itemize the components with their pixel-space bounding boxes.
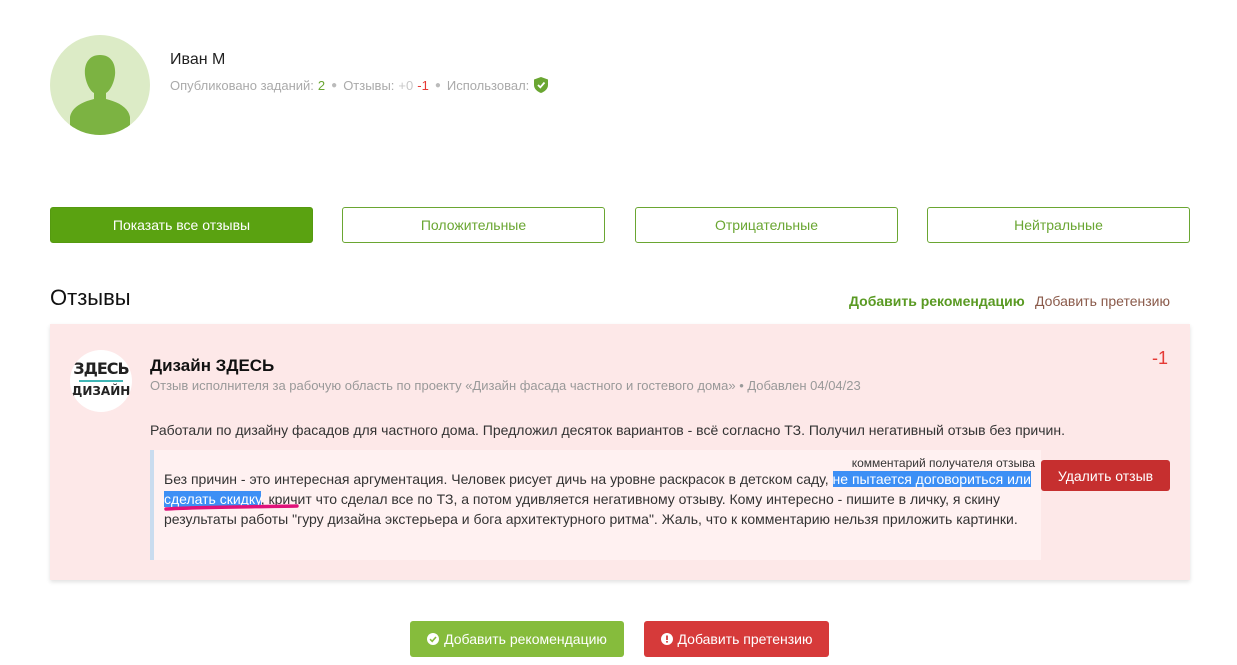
exclamation-circle-icon <box>660 633 673 645</box>
profile-name: Иван М <box>170 51 226 68</box>
separator: ● <box>331 79 338 91</box>
add-recommendation-link[interactable]: Добавить рекомендацию <box>849 293 1025 309</box>
reviews-negative-count[interactable]: -1 <box>417 78 429 93</box>
published-count[interactable]: 2 <box>318 78 325 93</box>
add-claim-link[interactable]: Добавить претензию <box>1035 293 1170 309</box>
published-label: Опубликовано заданий: <box>170 77 314 93</box>
avatar[interactable] <box>50 35 150 135</box>
profile-stats: Опубликовано заданий: 2 ● Отзывы: +0 -1 … <box>170 77 549 93</box>
add-claim-button[interactable]: Добавить претензию <box>644 621 829 657</box>
filter-neutral-button[interactable]: Нейтральные <box>927 207 1190 243</box>
review-score: -1 <box>1151 348 1168 368</box>
add-recommendation-button[interactable]: Добавить рекомендацию <box>410 621 624 657</box>
separator: ● <box>434 79 441 91</box>
reviewer-logo[interactable]: ЗДЕСЬ ДИЗАЙН <box>70 350 132 412</box>
reply-text: Без причин - это интересная аргументация… <box>164 469 1034 529</box>
logo-text-top: ЗДЕСЬ <box>73 359 129 378</box>
filter-all-button[interactable]: Показать все отзывы <box>50 207 313 243</box>
used-label: Использовал: <box>446 77 530 93</box>
reply-text-part1: Без причин - это интересная аргументация… <box>164 471 833 487</box>
pink-underline-annotation <box>164 504 299 511</box>
review-card: ЗДЕСЬ ДИЗАЙН Дизайн ЗДЕСЬ Отзыв исполнит… <box>50 324 1190 580</box>
reply-block: комментарий получателя отзыва Без причин… <box>150 450 1041 560</box>
check-circle-icon <box>427 633 440 645</box>
reply-label: комментарий получателя отзыва <box>851 456 1035 470</box>
review-meta: Отзыв исполнителя за рабочую область по … <box>150 378 861 393</box>
delete-review-button[interactable]: Удалить отзыв <box>1041 460 1170 491</box>
profile-header: Иван М Опубликовано заданий: 2 ● Отзывы:… <box>50 35 750 135</box>
add-recommendation-label: Добавить рекомендацию <box>444 631 607 647</box>
section-title: Отзывы <box>50 285 131 310</box>
review-text: Работали по дизайну фасадов для частного… <box>150 422 1065 438</box>
reviews-positive-count[interactable]: +0 <box>398 78 413 93</box>
user-silhouette-icon <box>70 55 130 135</box>
shield-icon <box>534 77 549 93</box>
logo-text-bottom: ДИЗАЙН <box>71 384 131 398</box>
review-filters: Показать все отзывы Положительные Отрица… <box>50 207 1190 243</box>
logo-divider <box>79 380 123 382</box>
reviews-label: Отзывы: <box>343 77 395 93</box>
filter-positive-button[interactable]: Положительные <box>342 207 605 243</box>
reviewer-name[interactable]: Дизайн ЗДЕСЬ <box>150 356 274 376</box>
add-claim-label: Добавить претензию <box>677 631 813 647</box>
filter-negative-button[interactable]: Отрицательные <box>635 207 898 243</box>
